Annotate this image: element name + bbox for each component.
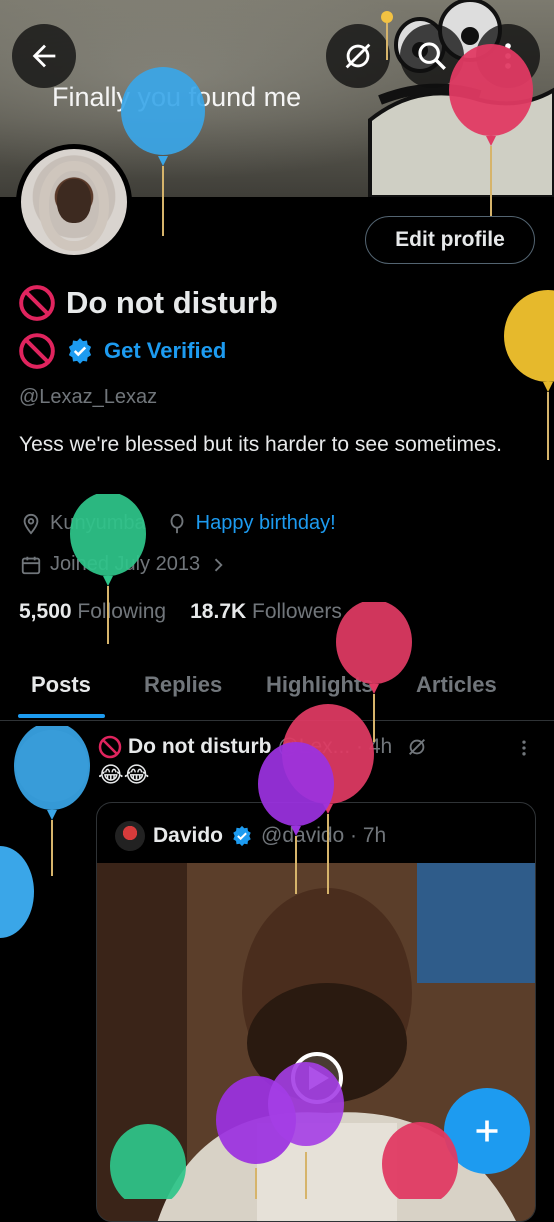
- balloon-decoration: [504, 290, 554, 460]
- verified-badge-icon: [233, 825, 251, 847]
- no-entry-icon: [19, 285, 55, 321]
- tab-articles[interactable]: Articles: [416, 672, 497, 698]
- quoted-author-avatar: [115, 821, 145, 851]
- profile-bio: Yess we're blessed but its harder to see…: [19, 433, 502, 456]
- verified-badge-icon: [68, 338, 92, 364]
- profile-website-link[interactable]: Happy birthday!: [196, 512, 336, 535]
- balloon-decoration: [258, 742, 334, 894]
- followers-link[interactable]: 18.7K Followers: [190, 600, 342, 624]
- display-name: Do not disturb: [66, 285, 278, 320]
- birthday-balloon-icon: [170, 513, 184, 533]
- profile-avatar[interactable]: [16, 144, 132, 260]
- balloon-decoration: [121, 67, 205, 236]
- back-arrow-icon: [32, 44, 56, 68]
- active-tab-indicator: [18, 714, 105, 718]
- chevron-right-icon: [214, 558, 223, 571]
- post-more-icon[interactable]: [514, 735, 534, 761]
- balloon-decoration: [70, 494, 146, 644]
- balloon-decoration: [110, 1124, 186, 1199]
- grok-icon: [345, 43, 371, 69]
- profile-tabs: Posts Replies Highlights Articles: [0, 662, 554, 721]
- get-verified-row[interactable]: Get Verified: [18, 332, 226, 370]
- no-entry-icon: [98, 735, 122, 759]
- post-author-name[interactable]: Do not disturb: [128, 735, 271, 759]
- display-name-row: Do not disturb: [18, 284, 278, 322]
- plus-icon: [476, 1120, 498, 1142]
- following-count: 5,500: [19, 600, 72, 623]
- post-text: 😂😂: [98, 762, 150, 787]
- followers-label: Followers: [252, 600, 342, 623]
- get-verified-link[interactable]: Get Verified: [104, 338, 226, 364]
- balloon-decoration: [449, 44, 533, 216]
- tab-replies[interactable]: Replies: [144, 672, 222, 698]
- balloon-decoration: [382, 1122, 458, 1199]
- search-icon: [418, 42, 446, 70]
- back-button[interactable]: [12, 24, 76, 88]
- edit-profile-button[interactable]: Edit profile: [365, 216, 535, 264]
- followers-count: 18.7K: [190, 600, 247, 623]
- calendar-icon: [21, 556, 41, 574]
- balloon-string: [381, 11, 393, 60]
- balloon-decoration: [268, 1062, 344, 1199]
- location-pin-icon: [23, 513, 39, 535]
- tab-posts[interactable]: Posts: [31, 672, 91, 698]
- no-entry-icon: [19, 333, 55, 369]
- quoted-author-name: Davido: [153, 824, 224, 847]
- balloon-decoration: [0, 846, 34, 938]
- profile-handle: @Lexaz_Lexaz: [19, 386, 158, 408]
